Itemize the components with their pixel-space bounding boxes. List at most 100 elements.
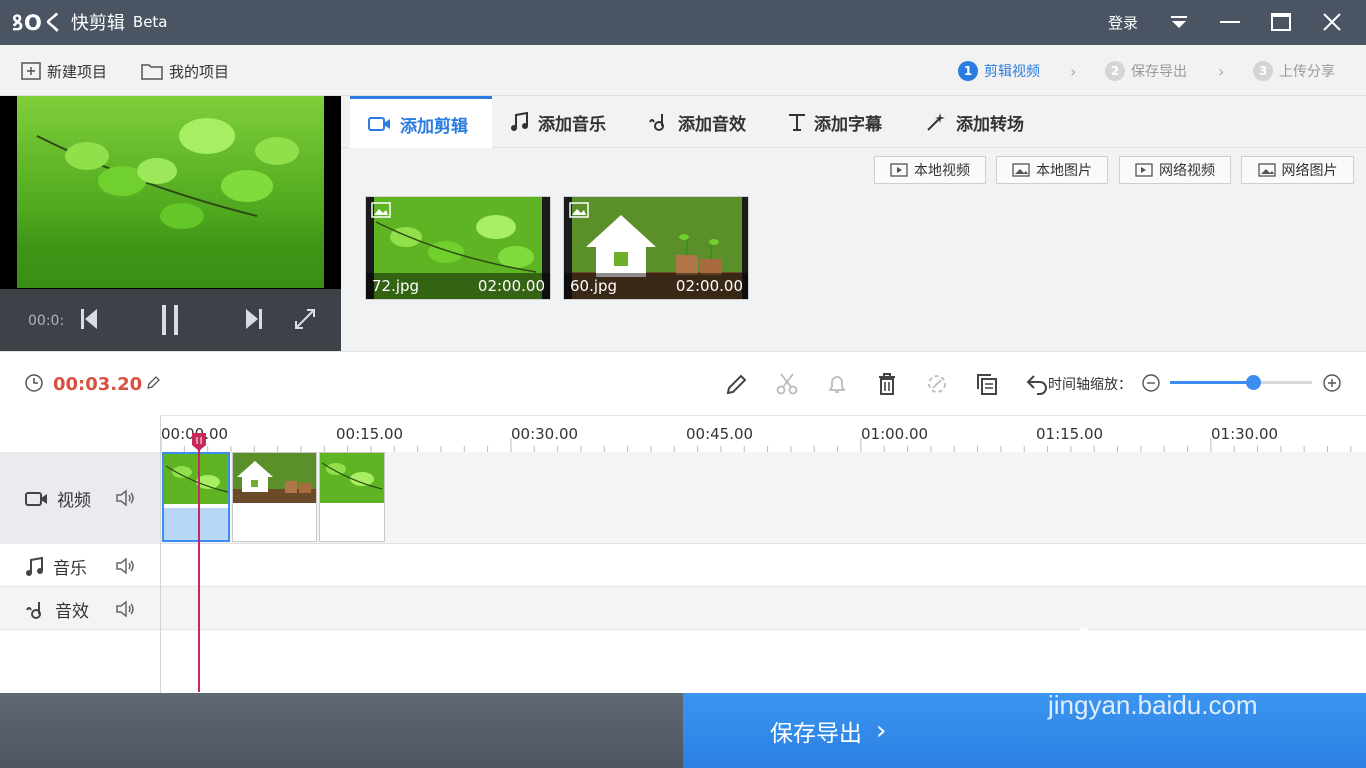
step-save-export[interactable]: 2 保存导出 bbox=[1105, 59, 1187, 83]
toolbar: 新建项目 我的项目 1 剪辑视频 › 2 保存导出 › 3 上传分享 bbox=[0, 45, 1366, 96]
login-link[interactable]: 登录 bbox=[1108, 12, 1138, 33]
edit-clip-button[interactable] bbox=[724, 371, 750, 397]
new-project-button[interactable]: 新建项目 bbox=[21, 60, 107, 82]
baidu-watermark: Baidu经验 jingyan.baidu.com bbox=[1048, 626, 1318, 721]
tab-add-subtitle[interactable]: 添加字幕 bbox=[770, 96, 900, 148]
scissors-icon bbox=[776, 373, 798, 395]
tab-label: 添加剪辑 bbox=[400, 116, 468, 137]
step-label: 上传分享 bbox=[1279, 64, 1335, 80]
video-camera-icon bbox=[25, 491, 47, 506]
current-time: 00:03.20 bbox=[53, 374, 143, 395]
zoom-in-icon[interactable] bbox=[1322, 373, 1342, 393]
source-button-label: 本地视频 bbox=[914, 163, 970, 179]
music-track-label: 音乐 bbox=[25, 554, 87, 579]
sound-effect-icon bbox=[26, 601, 41, 619]
my-projects-button[interactable]: 我的项目 bbox=[141, 60, 229, 82]
tab-label: 添加音乐 bbox=[538, 114, 606, 135]
online-image-button[interactable]: 网络图片 bbox=[1241, 156, 1354, 184]
menu-dropdown-button[interactable] bbox=[1164, 8, 1194, 36]
zoom-slider-handle[interactable] bbox=[1246, 375, 1261, 390]
music-note-icon bbox=[26, 556, 43, 576]
online-image-icon bbox=[1257, 163, 1276, 177]
step-edit-video[interactable]: 1 剪辑视频 bbox=[958, 59, 1040, 83]
maximize-button[interactable] bbox=[1266, 8, 1296, 36]
cut-button[interactable] bbox=[774, 371, 800, 397]
speaker-icon[interactable] bbox=[115, 557, 137, 575]
my-projects-label: 我的项目 bbox=[169, 62, 230, 81]
next-button[interactable] bbox=[245, 308, 263, 334]
tab-add-music[interactable]: 添加音乐 bbox=[492, 96, 624, 148]
watermark-brand: Baidu经验 bbox=[1108, 631, 1319, 680]
media-item-72[interactable]: 72.jpg 02:00.00 bbox=[365, 196, 551, 300]
tab-add-clip[interactable]: 添加剪辑 bbox=[350, 96, 492, 149]
minimize-button[interactable] bbox=[1215, 8, 1245, 36]
zoom-slider-track[interactable] bbox=[1170, 375, 1312, 390]
speaker-icon[interactable] bbox=[115, 600, 137, 618]
undo-button[interactable] bbox=[1024, 371, 1050, 397]
speaker-icon[interactable] bbox=[115, 489, 137, 507]
source-button-label: 网络视频 bbox=[1159, 163, 1215, 179]
track-label: 音乐 bbox=[53, 559, 87, 579]
media-filename: 60.jpg bbox=[570, 277, 618, 295]
local-video-button[interactable]: 本地视频 bbox=[874, 156, 986, 184]
folder-icon bbox=[141, 64, 163, 80]
tab-add-transition[interactable]: 添加转场 bbox=[908, 96, 1042, 148]
bottom-bar bbox=[0, 693, 683, 768]
video-file-icon bbox=[890, 163, 908, 177]
watermark-url: jingyan.baidu.com bbox=[1048, 690, 1258, 720]
edit-time-icon[interactable] bbox=[146, 376, 160, 390]
app-name: 快剪辑 bbox=[70, 13, 125, 34]
dropdown-menu-icon bbox=[1171, 16, 1187, 28]
skip-next-icon bbox=[246, 309, 262, 329]
pause-icon bbox=[162, 305, 178, 335]
step-number: 3 bbox=[1253, 61, 1273, 81]
edit-toolbar bbox=[0, 351, 1366, 415]
pause-button[interactable] bbox=[160, 305, 180, 339]
step-upload-share[interactable]: 3 上传分享 bbox=[1253, 59, 1335, 83]
undo-icon bbox=[1026, 375, 1047, 395]
previous-button[interactable] bbox=[80, 308, 98, 334]
delete-button[interactable] bbox=[874, 371, 900, 397]
tab-label: 添加转场 bbox=[956, 114, 1024, 135]
ruler-tick-label: 01:30.00 bbox=[1211, 425, 1279, 443]
online-video-icon bbox=[1135, 163, 1153, 177]
fullscreen-icon bbox=[295, 309, 315, 329]
minimize-icon bbox=[1220, 21, 1240, 23]
new-project-label: 新建项目 bbox=[47, 62, 108, 81]
step-label: 保存导出 bbox=[1131, 64, 1187, 80]
pencil-icon bbox=[726, 374, 747, 395]
close-button[interactable] bbox=[1317, 8, 1347, 36]
fullscreen-button[interactable] bbox=[294, 308, 316, 334]
media-duration: 02:00.00 bbox=[477, 277, 545, 295]
chevron-right-icon: › bbox=[1070, 62, 1077, 81]
zoom-label: 时间轴缩放： bbox=[1048, 377, 1132, 393]
paw-icon bbox=[1055, 627, 1108, 680]
timeline-clip[interactable] bbox=[162, 452, 230, 542]
sound-effect-track bbox=[0, 587, 1366, 630]
track-label: 视频 bbox=[57, 491, 91, 511]
image-type-icon bbox=[569, 202, 589, 218]
timeline-clip[interactable] bbox=[319, 452, 385, 542]
logo-mark: ꝸOく bbox=[12, 11, 65, 35]
plus-box-icon bbox=[21, 62, 41, 80]
tab-add-sound-effect[interactable]: 添加音效 bbox=[630, 96, 764, 148]
music-track bbox=[0, 544, 1366, 587]
source-button-label: 本地图片 bbox=[1036, 163, 1092, 179]
zoom-slider-fill bbox=[1170, 381, 1254, 384]
media-filename: 72.jpg bbox=[372, 277, 420, 295]
sound-effect-icon bbox=[649, 114, 664, 131]
online-video-button[interactable]: 网络视频 bbox=[1119, 156, 1231, 184]
local-image-button[interactable]: 本地图片 bbox=[996, 156, 1108, 184]
media-item-60[interactable]: 60.jpg 02:00.00 bbox=[563, 196, 749, 300]
bell-icon bbox=[828, 376, 846, 393]
step-number: 1 bbox=[958, 61, 978, 81]
marker-button[interactable] bbox=[824, 371, 850, 397]
unlink-button[interactable] bbox=[924, 371, 950, 397]
clock-icon bbox=[25, 374, 43, 392]
preview-image bbox=[17, 96, 324, 288]
zoom-out-icon[interactable] bbox=[1141, 373, 1161, 393]
timeline-clip[interactable] bbox=[232, 452, 317, 542]
copy-button[interactable] bbox=[974, 371, 1000, 397]
tab-label: 添加字幕 bbox=[814, 114, 882, 135]
playhead-handle[interactable] bbox=[191, 432, 207, 452]
